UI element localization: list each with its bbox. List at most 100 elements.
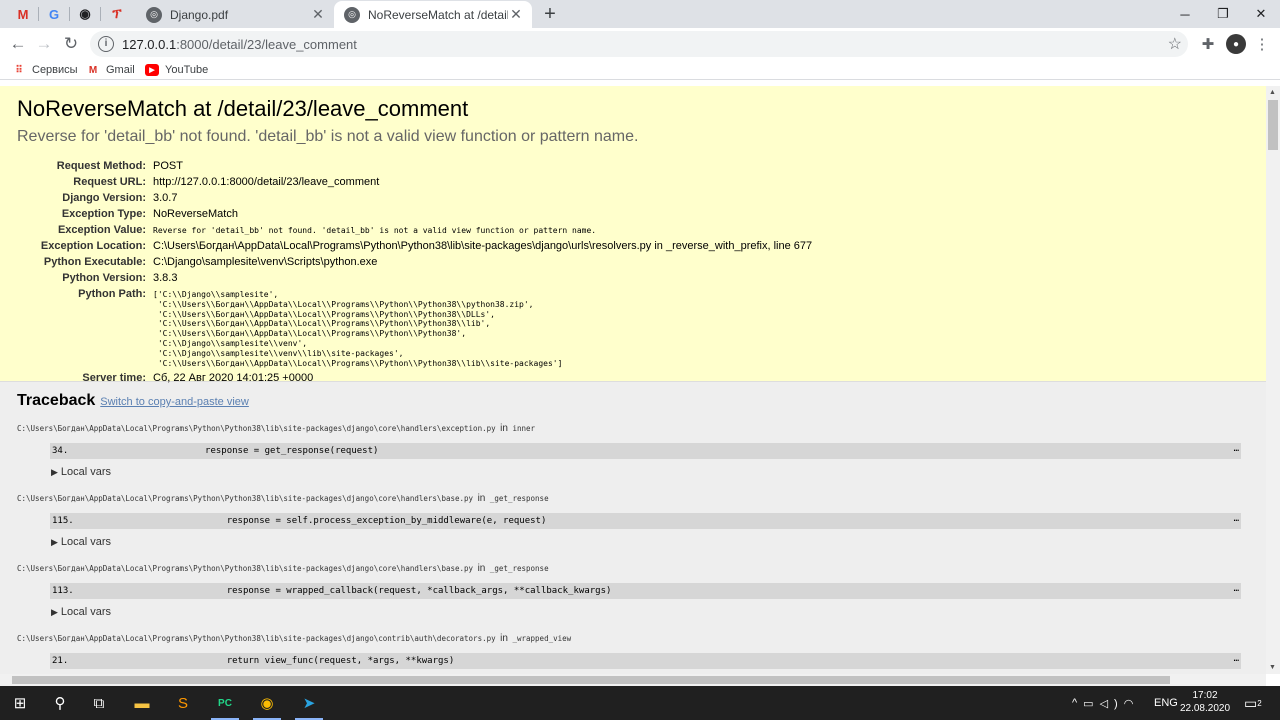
meta-label: Exception Location: xyxy=(40,240,146,252)
wifi-icon[interactable]: ◠ xyxy=(1124,697,1140,710)
meta-value: ['C:\\Django\\samplesite', 'C:\\Users\\Б… xyxy=(150,286,812,370)
local-vars-toggle[interactable]: ▶ Local vars xyxy=(51,606,1241,622)
file-explorer-icon[interactable]: ▬ xyxy=(122,686,162,720)
expand-context-ellipsis[interactable]: … xyxy=(1234,584,1239,594)
meta-row: Exception Type: NoReverseMatch xyxy=(17,206,812,222)
expand-context-ellipsis[interactable]: … xyxy=(1234,444,1239,454)
python-path-line: 'C:\\Users\\Богдан\\AppData\\Local\\Prog… xyxy=(153,299,534,309)
frame-code-line[interactable]: 21. return view_func(request, *args, **k… xyxy=(50,653,1241,669)
bookmark-gmail[interactable]: M Gmail xyxy=(86,62,135,78)
tab-title: NoReverseMatch at /detail/23/le xyxy=(368,7,508,22)
meta-label: Python Path: xyxy=(78,288,146,300)
scroll-down-arrow-icon[interactable]: ▼ xyxy=(1269,664,1276,671)
profile-avatar[interactable]: ● xyxy=(1226,34,1246,54)
meta-value: Reverse for 'detail_bb' not found. 'deta… xyxy=(153,226,597,235)
close-icon[interactable]: ✕ xyxy=(508,6,524,23)
volume-icon[interactable]: ◁) xyxy=(1100,697,1124,710)
google-icon[interactable]: G xyxy=(43,4,65,24)
minimize-button[interactable]: ─ xyxy=(1166,0,1204,28)
close-window-button[interactable]: ✕ xyxy=(1242,0,1280,28)
new-tab-button[interactable]: + xyxy=(539,4,561,24)
meta-label: Django Version: xyxy=(62,192,146,204)
youtube-icon: ▶ xyxy=(145,64,159,76)
python-path-line: 'C:\\Django\\samplesite\\venv\\lib\\site… xyxy=(153,348,404,358)
bookmark-star-icon[interactable]: ☆ xyxy=(1168,34,1182,54)
gmail-icon: M xyxy=(88,64,98,76)
meta-row: Python Executable: C:\Django\samplesite\v… xyxy=(17,254,812,270)
reload-button[interactable]: ↻ xyxy=(59,32,83,56)
tab-django-pdf[interactable]: ◎ Django.pdf ✕ xyxy=(136,1,334,28)
forward-button[interactable]: → xyxy=(32,32,56,56)
meta-value: NoReverseMatch xyxy=(153,208,238,220)
switch-view-link[interactable]: Switch to copy-and-paste view xyxy=(100,396,249,408)
error-subtitle: Reverse for 'detail_bb' not found. 'deta… xyxy=(17,128,639,145)
expand-context-ellipsis[interactable]: … xyxy=(1234,654,1239,664)
python-path-line: 'C:\\Users\\Богдан\\AppData\\Local\\Prog… xyxy=(153,309,495,319)
horizontal-scrollbar[interactable] xyxy=(0,674,1266,686)
chevron-up-icon[interactable]: ^ xyxy=(1072,697,1083,709)
error-summary: NoReverseMatch at /detail/23/leave_comme… xyxy=(0,86,1266,384)
scroll-up-arrow-icon[interactable]: ▲ xyxy=(1269,89,1276,96)
back-button[interactable]: ← xyxy=(6,32,30,56)
telegram-icon[interactable]: ➤ xyxy=(289,686,329,720)
tab-title: Django.pdf xyxy=(170,7,229,22)
meta-label: Request Method: xyxy=(56,160,146,172)
scroll-thumb[interactable] xyxy=(12,676,1170,684)
tab-strip: M G ◉ ፕ ◎ Django.pdf ✕ ◎ NoReverseMatch at … xyxy=(0,0,1280,28)
local-vars-toggle[interactable]: ▶ Local vars xyxy=(51,466,1241,482)
extensions-puzzle-icon[interactable]: ✚ xyxy=(1198,34,1218,54)
tab-noreversematch[interactable]: ◎ NoReverseMatch at /detail/23/le ✕ xyxy=(334,1,532,28)
pycharm-icon[interactable]: PC xyxy=(205,686,245,720)
bookmark-youtube[interactable]: ▶ YouTube xyxy=(145,62,208,78)
scroll-thumb[interactable] xyxy=(1268,100,1278,150)
maximize-button[interactable]: ❐ xyxy=(1204,0,1242,28)
task-view-icon[interactable]: ⧉ xyxy=(79,686,119,720)
meta-value: 3.8.3 xyxy=(153,272,178,284)
python-path-line: 'C:\\Django\\samplesite\\venv', xyxy=(153,338,308,348)
tray-icons[interactable]: ^ ▭ ◁) ◠ xyxy=(1072,686,1139,720)
triangle-right-icon: ▶ xyxy=(51,467,58,477)
meta-label: Python Executable: xyxy=(43,256,146,268)
tab-separator xyxy=(38,7,39,21)
chrome-icon[interactable]: ◉ xyxy=(247,686,287,720)
apps-grid-icon: ⠿ xyxy=(15,64,23,76)
line-number: 21. xyxy=(52,656,69,666)
clock[interactable]: 17:02 22.08.2020 xyxy=(1178,689,1232,715)
expand-context-ellipsis[interactable]: … xyxy=(1234,514,1239,524)
notifications-icon[interactable]: ▭ 2 xyxy=(1244,686,1262,720)
address-bar[interactable]: i 127.0.0.1:8000/detail/23/leave_comment… xyxy=(90,31,1188,57)
close-icon[interactable]: ✕ xyxy=(310,6,326,23)
app-icon[interactable]: ፕ xyxy=(106,4,128,24)
code-text: response = wrapped_callback(request, *ca… xyxy=(140,586,612,596)
meta-value: C:\Django\samplesite\venv\Scripts\python… xyxy=(153,256,378,268)
globe-icon: ◎ xyxy=(146,6,162,23)
battery-icon[interactable]: ▭ xyxy=(1083,697,1099,710)
gmail-icon[interactable]: M xyxy=(12,4,34,24)
vertical-scrollbar[interactable]: ▲ ▼ xyxy=(1266,86,1280,674)
frame-code-line[interactable]: 113. response = wrapped_callback(request… xyxy=(50,583,1241,599)
meta-row: Exception Value: Reverse for 'detail_bb' … xyxy=(17,222,812,238)
line-number: 115. xyxy=(52,516,74,526)
windows-start-icon[interactable]: ⊞ xyxy=(0,686,40,720)
frame-code-line[interactable]: 34. response = get_response(request)… xyxy=(50,443,1241,459)
url-text: 127.0.0.1:8000/detail/23/leave_comment xyxy=(122,36,357,52)
language-indicator[interactable]: ENG xyxy=(1154,686,1178,720)
python-path-line: ['C:\\Django\\samplesite', xyxy=(153,290,279,299)
frame-code-line[interactable]: 115. response = self.process_exception_b… xyxy=(50,513,1241,529)
page-title: NoReverseMatch at /detail/23/leave_comme… xyxy=(17,96,469,121)
site-info-icon[interactable]: i xyxy=(98,36,114,52)
frame-file-path: C:\Users\Богдан\AppData\Local\Programs\P… xyxy=(17,633,572,644)
meta-value: http://127.0.0.1:8000/detail/23/leave_co… xyxy=(153,176,380,188)
triangle-right-icon: ▶ xyxy=(51,607,58,617)
tab-separator xyxy=(100,7,101,21)
github-icon[interactable]: ◉ xyxy=(74,4,96,24)
bookmark-services[interactable]: ⠿ Сервисы xyxy=(12,62,77,78)
frame-file-path: C:\Users\Богдан\AppData\Local\Programs\P… xyxy=(17,563,549,574)
frame-file-path: C:\Users\Богдан\AppData\Local\Programs\P… xyxy=(17,493,549,504)
globe-icon: ◎ xyxy=(344,6,360,23)
browser-toolbar: ← → ↻ i 127.0.0.1:8000/detail/23/leave_c… xyxy=(0,28,1280,60)
local-vars-toggle[interactable]: ▶ Local vars xyxy=(51,536,1241,552)
sublime-icon[interactable]: S xyxy=(163,686,203,720)
menu-kebab-icon[interactable]: ⋮ xyxy=(1252,34,1272,54)
search-icon[interactable]: ⚲ xyxy=(40,686,80,720)
